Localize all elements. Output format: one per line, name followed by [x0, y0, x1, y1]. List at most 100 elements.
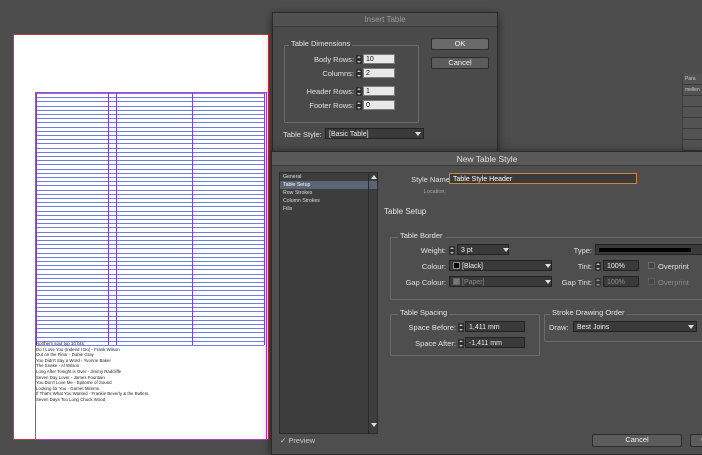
cancel-button[interactable]: Cancel: [592, 434, 682, 447]
footer-rows-stepper[interactable]: [356, 101, 362, 110]
style-name-input[interactable]: Table Style Header: [449, 173, 637, 184]
category-general[interactable]: General: [280, 173, 377, 181]
draw-select[interactable]: Best Joins: [573, 321, 697, 332]
table-row-line: [36, 311, 264, 312]
space-before-field[interactable]: 1,411 mm: [465, 321, 525, 332]
table-row-line: [36, 240, 264, 241]
gap-colour-value: [Paper]: [462, 279, 485, 286]
table-row-line: [36, 169, 264, 170]
chevron-down-icon: [545, 280, 551, 284]
checkmark-icon: ✓: [280, 436, 287, 445]
colour-value: [Black]: [462, 263, 484, 270]
table-row-line: [36, 307, 264, 308]
tint-stepper[interactable]: [595, 262, 601, 271]
table-row-line: [36, 274, 264, 275]
category-scrollbar[interactable]: [368, 172, 377, 434]
panel-row[interactable]: [683, 140, 702, 151]
table-row-line: [36, 236, 264, 237]
gap-colour-select[interactable]: [Paper]: [449, 276, 552, 287]
columns-label: Columns:: [322, 69, 354, 78]
gap-tint-stepper[interactable]: [595, 278, 601, 287]
scroll-down-icon[interactable]: [371, 423, 377, 427]
table-dimensions-legend: Table Dimensions: [289, 39, 353, 48]
table-column-line: [116, 93, 117, 345]
gap-overprint-checkbox[interactable]: [648, 278, 655, 285]
table-column-line: [192, 93, 193, 345]
table-row-line: [36, 173, 264, 174]
category-row-strokes[interactable]: Row Strokes: [280, 189, 377, 197]
table-row-line: [36, 194, 264, 195]
columns-field[interactable]: 2: [363, 68, 395, 78]
weight-stepper[interactable]: [449, 246, 455, 255]
category-table-setup[interactable]: Table Setup: [280, 181, 377, 189]
table-row-line: [36, 232, 264, 233]
panel-row[interactable]: [683, 118, 702, 129]
table-row-line: [36, 211, 264, 212]
song-list-text-frame[interactable]: Northern soul top 10 hits: Do I Love You …: [36, 341, 264, 403]
footer-rows-field[interactable]: 0: [363, 100, 395, 110]
insert-table-dialog: Insert Table Table Dimensions Body Rows:…: [272, 12, 498, 155]
header-rows-stepper[interactable]: [356, 87, 362, 96]
category-fills[interactable]: Fills: [280, 205, 377, 213]
ok-button[interactable]: OK: [431, 38, 489, 50]
preview-checkbox[interactable]: ✓ Preview: [280, 436, 315, 445]
gap-overprint-label: Overprint: [658, 278, 689, 287]
table-row-line: [36, 181, 264, 182]
table-row-line: [36, 202, 264, 203]
table-row-line: [36, 295, 264, 296]
panel-row[interactable]: [683, 107, 702, 118]
table-row-line: [36, 148, 264, 149]
colour-select[interactable]: [Black]: [449, 260, 552, 271]
table-column-line: [36, 93, 37, 345]
type-select[interactable]: [595, 244, 702, 255]
table-row-line: [36, 215, 264, 216]
table-row-line: [36, 110, 264, 111]
body-rows-field[interactable]: 10: [363, 54, 395, 64]
table-row-line: [36, 290, 264, 291]
chevron-down-icon: [688, 325, 694, 329]
columns-stepper[interactable]: [356, 69, 362, 78]
table-row-line: [36, 97, 264, 98]
black-swatch-icon: [453, 262, 460, 269]
song-line: Seven Days Too Long Chuck Wood: [36, 396, 106, 402]
header-rows-field[interactable]: 1: [363, 86, 395, 96]
style-name-label: Style Name:: [411, 175, 452, 184]
table-row-line: [36, 227, 264, 228]
space-after-field[interactable]: -1,411 mm: [465, 337, 525, 348]
table-row-line: [36, 282, 264, 283]
paper-swatch-icon: [453, 278, 460, 285]
table-row-line: [36, 122, 264, 123]
space-after-stepper[interactable]: [458, 339, 464, 348]
space-before-stepper[interactable]: [458, 323, 464, 332]
weight-select[interactable]: 3 pt: [457, 244, 509, 255]
body-rows-stepper[interactable]: [356, 55, 362, 64]
scroll-up-icon[interactable]: [371, 175, 377, 179]
weight-label: Weight:: [420, 246, 446, 255]
table-style-select[interactable]: [Basic Table]: [325, 128, 424, 139]
new-table-style-dialog: New Table Style General Table Setup Row …: [271, 151, 702, 455]
panel-row[interactable]: [683, 96, 702, 107]
tint-field[interactable]: 100%: [603, 260, 639, 271]
document-table[interactable]: [36, 93, 265, 346]
category-column-strokes[interactable]: Column Strokes: [280, 197, 377, 205]
overprint-checkbox[interactable]: [648, 262, 655, 269]
chevron-down-icon: [415, 132, 421, 136]
table-row-line: [36, 257, 264, 258]
table-row-line: [36, 114, 264, 115]
table-row-line: [36, 190, 264, 191]
ok-button[interactable]: Ol: [690, 434, 702, 447]
table-row-line: [36, 328, 264, 329]
table-row-line: [36, 223, 264, 224]
panel-row[interactable]: [683, 129, 702, 140]
table-row-line: [36, 332, 264, 333]
gap-tint-field[interactable]: 100%: [603, 276, 639, 287]
panel-row[interactable]: mellen: [683, 85, 702, 96]
header-rows-label: Header Rows:: [306, 87, 354, 96]
table-row-line: [36, 118, 264, 119]
gap-colour-label: Gap Colour:: [405, 278, 446, 287]
table-row-line: [36, 185, 264, 186]
cancel-button[interactable]: Cancel: [431, 57, 489, 69]
space-after-label: Space After:: [415, 339, 456, 348]
section-heading: Table Setup: [384, 207, 427, 216]
table-column-line: [108, 93, 109, 345]
